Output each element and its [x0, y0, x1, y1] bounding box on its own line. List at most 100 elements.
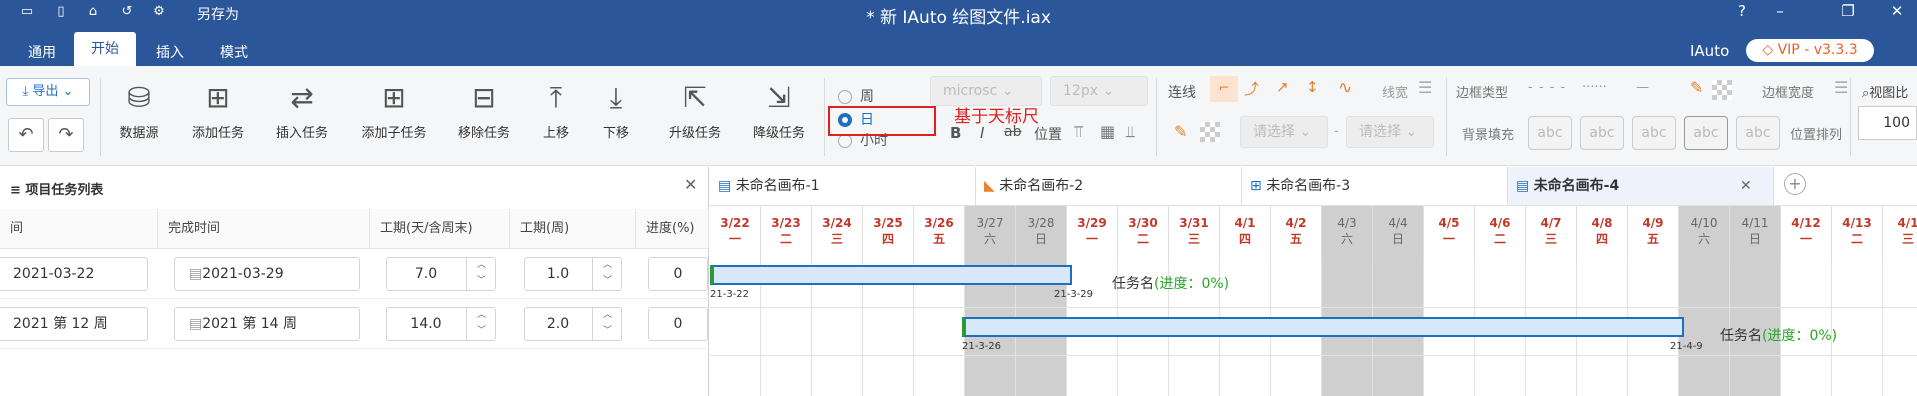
export-button[interactable]: ⤓ 导出 ⌄ [6, 78, 90, 106]
vip-badge[interactable]: ◇ VIP - v3.3.3 [1746, 39, 1874, 62]
tab-mode[interactable]: 模式 [214, 40, 254, 66]
annotation-box [828, 106, 936, 136]
progress-input[interactable]: 0 [648, 257, 708, 291]
border-dotted-icon[interactable]: ······ [1582, 80, 1607, 95]
align-center-icon[interactable]: ▦ [1100, 122, 1115, 141]
insert-task-button[interactable]: ⇄ 插入任务 [270, 80, 334, 141]
scale-week-radio[interactable]: 周 [838, 86, 874, 106]
task-bar[interactable] [710, 265, 1072, 285]
position-button[interactable]: 位置 [1034, 124, 1062, 144]
font-size-value: 12px [1063, 83, 1098, 99]
arc-connector-icon[interactable]: ↗ [1276, 78, 1289, 96]
font-size-select[interactable]: 12px ⌄ [1050, 76, 1148, 106]
diamond-icon: ◇ [1762, 42, 1778, 58]
tab-home[interactable]: 开始 [74, 32, 136, 66]
elbow-connector-icon[interactable]: ⌐ [1210, 76, 1238, 102]
end-date-input[interactable]: ▤2021-03-29 [174, 257, 360, 291]
line-style-select[interactable]: 请选择 ⌄ [1240, 116, 1328, 148]
day-date: 3/30 [1128, 216, 1158, 230]
day-date: 4/6 [1489, 216, 1511, 230]
close-panel-icon[interactable]: ✕ [684, 175, 697, 194]
close-tab-icon[interactable]: ✕ [1740, 167, 1752, 205]
zoom-input[interactable]: 100 [1858, 106, 1917, 140]
progress-input[interactable]: 0 [648, 307, 708, 341]
task-name: 任务名 [1720, 328, 1762, 344]
task-bar[interactable] [962, 317, 1684, 337]
move-down-button[interactable]: ⤓ 下移 [596, 80, 636, 141]
pen-color-icon[interactable]: ✎ [1174, 122, 1187, 141]
view-ratio-label: ⌕视图比 [1862, 82, 1908, 101]
tab-canvas-1[interactable]: ▤ 未命名画布-1 [710, 167, 976, 205]
days-stepper[interactable]: ︿ ﹀ [466, 257, 496, 291]
radio-unchecked-icon [838, 90, 852, 104]
weeks-stepper[interactable]: ︿ ﹀ [592, 307, 622, 341]
day-weekday: 日 [1034, 232, 1047, 246]
day-weekday: 六 [1697, 232, 1710, 246]
tab-insert[interactable]: 插入 [150, 40, 190, 66]
curve-connector-icon[interactable]: ⤴ [1244, 78, 1259, 99]
border-color-icon[interactable]: ✎ [1690, 78, 1703, 97]
task-end-label: 21-4-9 [1670, 341, 1703, 352]
squiggle-connector-icon[interactable]: ∿ [1338, 78, 1352, 98]
align-top-icon[interactable]: ⫪ [1074, 122, 1083, 142]
strikethrough-button[interactable]: ab [1004, 124, 1021, 140]
help-icon[interactable]: ? [1732, 2, 1752, 20]
border-solid-icon[interactable]: — [1636, 80, 1649, 95]
start-week-input[interactable]: 2021 第 12 周 [0, 307, 148, 341]
move-up-button[interactable]: ⤒ 上移 [536, 80, 576, 141]
end-week-input[interactable]: ▤2021 第 14 周 [174, 307, 360, 341]
day-header: 3/24 三 [812, 206, 863, 260]
task-progress: (进度：0%) [1762, 328, 1838, 344]
border-transparent-icon[interactable] [1712, 80, 1732, 100]
fill-style-2[interactable]: abc [1580, 116, 1624, 150]
days-stepper[interactable]: ︿ ﹀ [466, 307, 496, 341]
bg-fill-label: 背景填充 [1462, 128, 1515, 143]
task-name-label: 任务名(进度：0%) [1720, 325, 1837, 345]
minimize-icon[interactable]: – [1770, 2, 1790, 20]
line-width-icon[interactable]: ☰ [1418, 78, 1432, 97]
tree-icon: ⊞ [1250, 178, 1267, 194]
transparent-fill-icon[interactable] [1200, 122, 1220, 142]
upgrade-task-button[interactable]: ⇱ 升级任务 [664, 80, 726, 141]
border-type-label: 边框类型 [1456, 86, 1509, 101]
align-bottom-icon[interactable]: ⫫ [1126, 122, 1135, 142]
day-header: 4/11 日 [1730, 206, 1781, 260]
add-canvas-icon[interactable]: + [1784, 173, 1806, 195]
add-subtask-button[interactable]: ⊞ 添加子任务 [356, 80, 432, 141]
fill-style-5[interactable]: abc [1736, 116, 1780, 150]
day-header: 4/2 五 [1271, 206, 1322, 260]
add-task-icon: ⊞ [206, 81, 230, 114]
close-window-icon[interactable]: ✕ [1887, 2, 1907, 20]
fill-style-4[interactable]: abc [1684, 116, 1728, 150]
border-width-icon[interactable]: ☰ [1834, 78, 1848, 97]
weeks-stepper[interactable]: ︿ ﹀ [592, 257, 622, 291]
bold-button[interactable]: B [950, 124, 961, 142]
vertical-connector-icon[interactable]: ↕ [1306, 78, 1319, 96]
task-end-label: 21-3-29 [1054, 289, 1094, 300]
italic-button[interactable]: I [980, 124, 984, 142]
tab-canvas-4-label: 未命名画布-4 [1533, 178, 1620, 194]
remove-task-button[interactable]: ⊟ 移除任务 [452, 80, 516, 141]
tab-canvas-3[interactable]: ⊞ 未命名画布-3 [1242, 167, 1508, 205]
tab-general[interactable]: 通用 [22, 40, 62, 66]
border-dashed-icon[interactable]: - - - - [1528, 80, 1566, 95]
fill-style-3[interactable]: abc [1632, 116, 1676, 150]
restore-icon[interactable]: ❐ [1838, 2, 1858, 20]
day-date: 3/29 [1077, 216, 1107, 230]
datasource-button[interactable]: ⛁ 数据源 [112, 80, 166, 141]
tab-canvas-4[interactable]: ▤ 未命名画布-4 ✕ [1508, 167, 1774, 205]
add-task-button[interactable]: ⊞ 添加任务 [186, 80, 250, 141]
chevron-down-icon: ﹀ [602, 326, 612, 336]
fill-style-1[interactable]: abc [1528, 116, 1572, 150]
start-date-input[interactable]: 2021-03-22 [0, 257, 148, 291]
redo-button[interactable]: ↷ [48, 118, 84, 152]
arrow-style-select[interactable]: 请选择 ⌄ [1346, 116, 1434, 148]
font-name-select[interactable]: microsc ⌄ [930, 76, 1042, 106]
downgrade-task-button[interactable]: ⇲ 降级任务 [748, 80, 810, 141]
chevron-up-icon: ︿ [476, 310, 486, 320]
tab-canvas-2[interactable]: ◣ 未命名画布-2 [976, 167, 1242, 205]
divider [1446, 78, 1447, 156]
undo-button[interactable]: ↶ [8, 118, 44, 152]
ribbon-toolbar: ⤓ 导出 ⌄ ↶ ↷ ⛁ 数据源 ⊞ 添加任务 ⇄ 插入任务 ⊞ 添加子任务 ⊟ 移除任务… [0, 66, 1917, 166]
day-weekday: 二 [1493, 232, 1506, 246]
